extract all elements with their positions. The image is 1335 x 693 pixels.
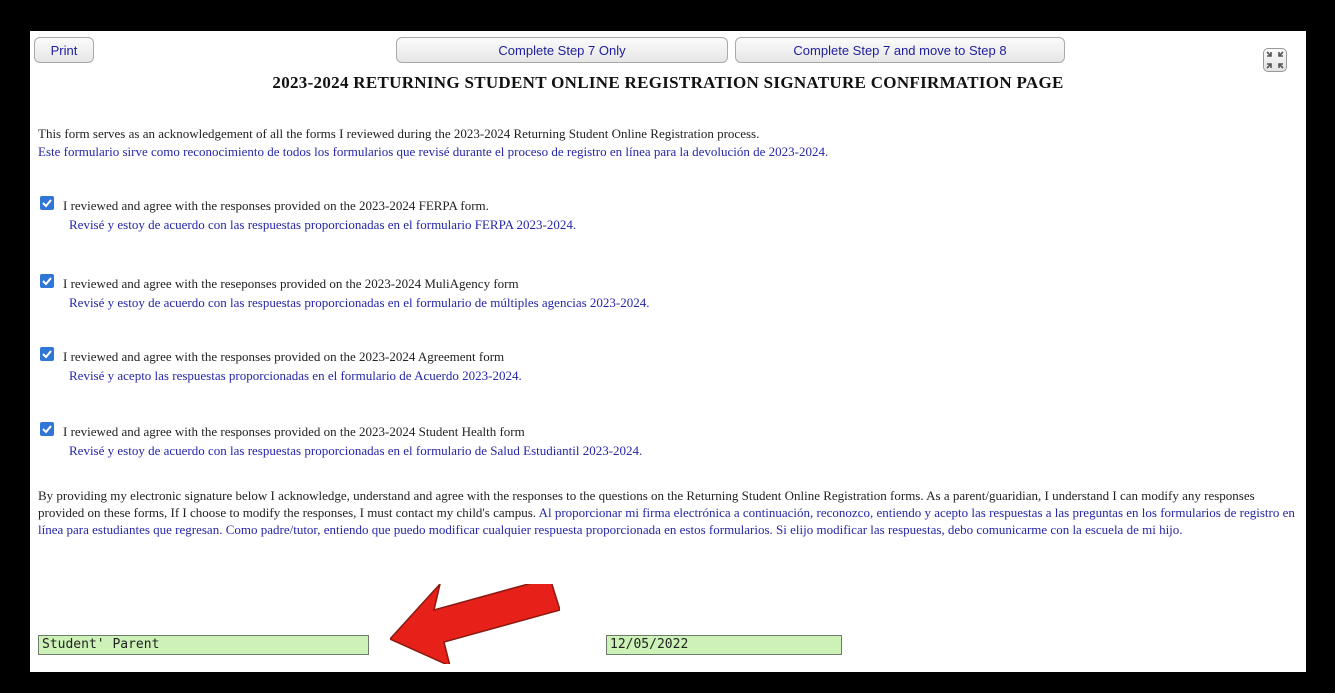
page-title: 2023-2024 RETURNING STUDENT ONLINE REGIS… [272, 73, 1064, 92]
item-student-health-en: I reviewed and agree with the responses … [63, 424, 525, 439]
signature-date-field[interactable]: 12/05/2022 [606, 635, 842, 655]
red-arrow-annotation [390, 584, 560, 664]
checkbox-checked-icon [42, 425, 52, 434]
complete-step-7-button[interactable]: Complete Step 7 Only [396, 37, 728, 63]
checkbox-agreement[interactable] [40, 347, 54, 361]
checkbox-checked-icon [42, 277, 52, 286]
item-multiagency-en: I reviewed and agree with the reseponses… [63, 276, 519, 291]
signature-acknowledgement: By providing my electronic signature bel… [38, 487, 1300, 538]
intro-text-en: This form serves as an acknowledgement o… [38, 126, 760, 141]
item-multiagency-es: Revisé y estoy de acuerdo con las respue… [69, 295, 650, 310]
item-ferpa-en: I reviewed and agree with the responses … [63, 198, 489, 213]
checkbox-checked-icon [42, 199, 52, 208]
complete-step-7-and-8-button[interactable]: Complete Step 7 and move to Step 8 [735, 37, 1065, 63]
intro-text-es: Este formulario sirve como reconocimient… [38, 144, 829, 159]
item-ferpa-es: Revisé y estoy de acuerdo con las respue… [69, 217, 577, 232]
checkbox-ferpa[interactable] [40, 196, 54, 210]
item-agreement-es: Revisé y acepto las respuestas proporcio… [69, 368, 522, 383]
signature-name-field[interactable]: Student' Parent [38, 635, 369, 655]
checkbox-multiagency[interactable] [40, 274, 54, 288]
item-student-health-es: Revisé y estoy de acuerdo con las respue… [69, 443, 643, 458]
print-button[interactable]: Print [34, 37, 94, 63]
checkbox-student-health[interactable] [40, 422, 54, 436]
checkbox-checked-icon [42, 350, 52, 359]
item-agreement-en: I reviewed and agree with the responses … [63, 349, 505, 364]
expand-icon[interactable] [1263, 48, 1287, 72]
registration-page: Print Complete Step 7 Only Complete Step… [30, 31, 1306, 672]
